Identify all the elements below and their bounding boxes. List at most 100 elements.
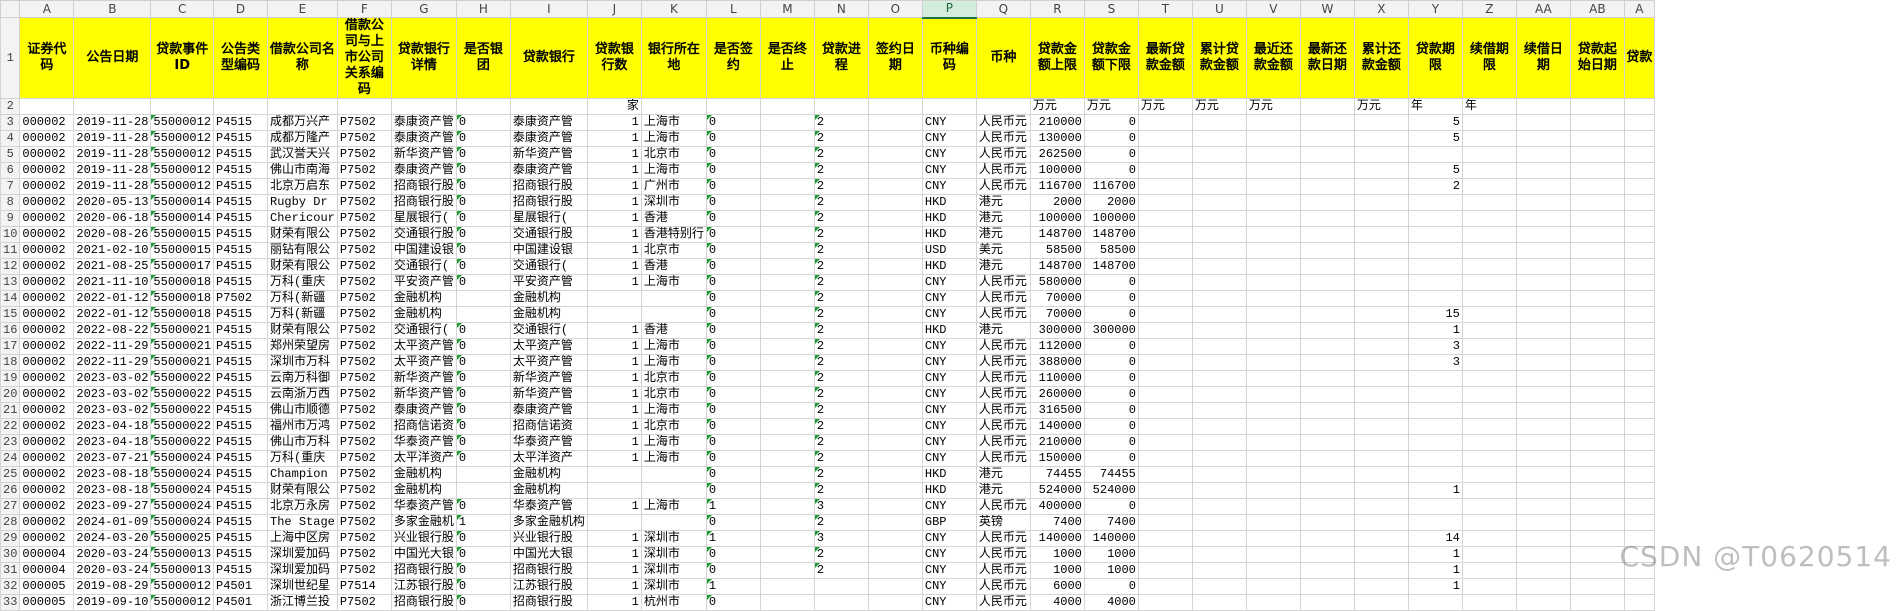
data-cell[interactable]	[1191, 306, 1247, 323]
data-cell[interactable]	[1623, 162, 1655, 179]
data-cell[interactable]	[867, 498, 923, 515]
data-cell[interactable]: 0	[705, 562, 761, 579]
data-cell[interactable]: 0	[455, 258, 511, 275]
data-cell[interactable]: 2023-08-18	[73, 482, 152, 499]
data-cell[interactable]	[1353, 450, 1409, 467]
data-cell[interactable]: 000002	[19, 210, 75, 227]
data-cell[interactable]	[1515, 258, 1571, 275]
data-cell[interactable]	[1299, 354, 1355, 371]
data-cell[interactable]: 0	[1083, 338, 1139, 355]
row-header-14[interactable]: 14	[0, 290, 21, 307]
data-cell[interactable]	[1299, 482, 1355, 499]
data-cell[interactable]: The Stage	[267, 514, 338, 531]
data-cell[interactable]: 财荣有限公	[267, 226, 338, 243]
data-cell[interactable]: 上海市	[640, 434, 707, 451]
unit-cell[interactable]	[509, 98, 588, 115]
data-cell[interactable]: HKD	[921, 210, 977, 227]
data-cell[interactable]: 0	[1083, 162, 1139, 179]
data-cell[interactable]	[1569, 402, 1625, 419]
data-cell[interactable]: P4515	[213, 130, 269, 147]
data-cell[interactable]: P4515	[213, 434, 269, 451]
data-cell[interactable]: P4515	[213, 418, 269, 435]
data-cell[interactable]: 2	[813, 466, 869, 483]
data-cell[interactable]: 人民币元	[975, 290, 1031, 307]
data-cell[interactable]: 新华资产管	[390, 370, 457, 387]
data-cell[interactable]	[1245, 354, 1301, 371]
data-cell[interactable]: 福州市万鸿	[267, 418, 338, 435]
data-cell[interactable]	[1137, 210, 1193, 227]
data-cell[interactable]: 55000024	[150, 450, 215, 467]
data-cell[interactable]	[1515, 130, 1571, 147]
data-cell[interactable]	[1515, 386, 1571, 403]
data-cell[interactable]: 1	[586, 354, 642, 371]
data-cell[interactable]: P7502	[336, 226, 392, 243]
data-cell[interactable]: 55000012	[150, 594, 215, 611]
data-cell[interactable]	[867, 370, 923, 387]
data-cell[interactable]: CNY	[921, 450, 977, 467]
data-cell[interactable]: 招商银行股	[390, 194, 457, 211]
data-cell[interactable]: 000002	[19, 258, 75, 275]
data-cell[interactable]	[1191, 482, 1247, 499]
data-cell[interactable]: 1	[586, 498, 642, 515]
data-cell[interactable]: 0	[705, 322, 761, 339]
data-cell[interactable]: 000002	[19, 274, 75, 291]
data-cell[interactable]: 2020-03-24	[73, 546, 152, 563]
data-cell[interactable]: 人民币元	[975, 450, 1031, 467]
data-cell[interactable]: 210000	[1029, 434, 1085, 451]
data-cell[interactable]	[1137, 514, 1193, 531]
data-cell[interactable]: 1	[586, 274, 642, 291]
data-cell[interactable]: 1	[586, 146, 642, 163]
data-cell[interactable]: 000002	[19, 498, 75, 515]
unit-cell[interactable]	[921, 98, 977, 115]
data-cell[interactable]: 55000018	[150, 274, 215, 291]
row-header-4[interactable]: 4	[0, 130, 21, 147]
unit-cell[interactable]: 万元	[1191, 98, 1247, 115]
data-cell[interactable]: HKD	[921, 482, 977, 499]
data-cell[interactable]	[1137, 306, 1193, 323]
data-cell[interactable]: 美元	[975, 242, 1031, 259]
data-cell[interactable]: 0	[705, 514, 761, 531]
data-cell[interactable]: 100000	[1029, 162, 1085, 179]
data-cell[interactable]: 1	[586, 258, 642, 275]
data-cell[interactable]	[1137, 162, 1193, 179]
data-cell[interactable]: 2	[813, 178, 869, 195]
data-cell[interactable]: 0	[1083, 114, 1139, 131]
header-cell[interactable]: 最新贷款金额	[1137, 17, 1193, 99]
data-cell[interactable]: 佛山市顺德	[267, 402, 338, 419]
data-cell[interactable]: 000002	[19, 322, 75, 339]
data-cell[interactable]: P7502	[336, 162, 392, 179]
data-cell[interactable]: 泰康资产管	[390, 130, 457, 147]
data-cell[interactable]	[1137, 418, 1193, 435]
data-cell[interactable]	[1299, 306, 1355, 323]
data-cell[interactable]: 1	[1407, 322, 1463, 339]
column-header-i[interactable]: I	[509, 0, 588, 18]
data-cell[interactable]: 58500	[1083, 242, 1139, 259]
data-cell[interactable]: 0	[705, 450, 761, 467]
data-cell[interactable]: 平安资产管	[509, 274, 588, 291]
data-cell[interactable]	[1191, 514, 1247, 531]
header-cell[interactable]: 贷款进程	[813, 17, 869, 99]
unit-cell[interactable]	[150, 98, 215, 115]
data-cell[interactable]: 人民币元	[975, 386, 1031, 403]
data-cell[interactable]	[1623, 434, 1655, 451]
data-cell[interactable]	[1353, 402, 1409, 419]
data-cell[interactable]: 140000	[1083, 530, 1139, 547]
select-all-corner[interactable]	[0, 0, 21, 18]
data-cell[interactable]: 2019-08-29	[73, 578, 152, 595]
data-cell[interactable]: 100000	[1083, 210, 1139, 227]
data-cell[interactable]: 2019-11-28	[73, 114, 152, 131]
data-cell[interactable]	[1515, 146, 1571, 163]
data-cell[interactable]	[1353, 482, 1409, 499]
data-cell[interactable]	[1137, 386, 1193, 403]
data-cell[interactable]: 55000024	[150, 498, 215, 515]
data-cell[interactable]: 0	[1083, 274, 1139, 291]
data-cell[interactable]	[1191, 258, 1247, 275]
data-cell[interactable]	[1299, 162, 1355, 179]
data-cell[interactable]	[1245, 114, 1301, 131]
data-cell[interactable]	[1299, 498, 1355, 515]
data-cell[interactable]	[455, 482, 511, 499]
row-header-13[interactable]: 13	[0, 274, 21, 291]
data-cell[interactable]	[1353, 370, 1409, 387]
data-cell[interactable]	[759, 546, 815, 563]
column-header-a[interactable]: A	[19, 0, 75, 18]
